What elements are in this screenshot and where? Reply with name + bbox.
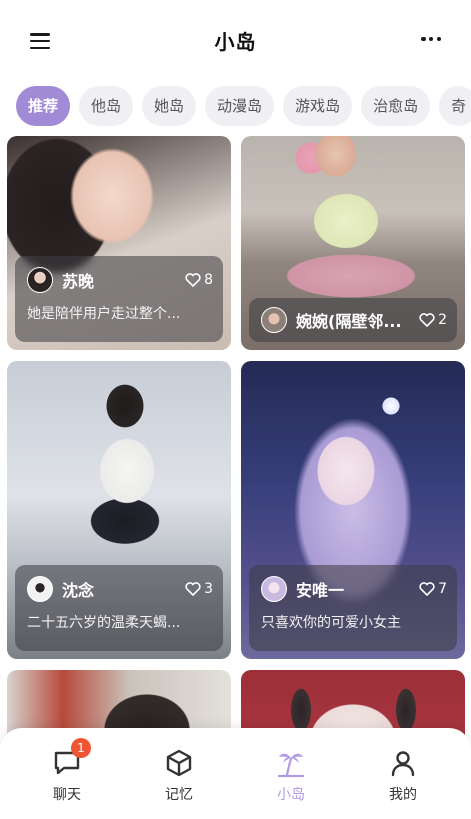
character-name: 苏晚 (62, 272, 95, 291)
like-count: 7 (438, 581, 447, 597)
avatar (27, 576, 53, 602)
nav-chat[interactable]: 1 聊天 (27, 738, 107, 804)
tab-his-island[interactable]: 他岛 (79, 86, 134, 126)
cube-icon (166, 749, 192, 777)
page-title: 小岛 (214, 29, 257, 54)
character-name: 安唯一 (296, 581, 345, 600)
character-description: 二十五六岁的温柔天蝎... (27, 615, 181, 631)
avatar (261, 576, 287, 602)
nav-label: 聊天 (53, 787, 81, 803)
heart-icon (419, 582, 435, 596)
card-info-panel: 婉婉(隔壁邻... 2 (249, 298, 457, 342)
character-name: 婉婉(隔壁邻... (296, 312, 402, 331)
heart-icon (185, 582, 201, 596)
avatar (27, 267, 53, 293)
card-info-panel: 苏晚 8 她是陪伴用户走过整个... (15, 256, 223, 342)
palm-tree-icon (277, 753, 305, 778)
character-description: 只喜欢你的可爱小女主 (261, 615, 401, 631)
tab-game-island[interactable]: 游戏岛 (283, 86, 353, 126)
person-icon (391, 751, 415, 777)
like-count: 2 (438, 312, 447, 328)
like-button[interactable]: 3 (185, 581, 213, 597)
avatar (261, 307, 287, 333)
character-card[interactable]: 沈念 3 二十五六岁的温柔天蝎... (7, 361, 231, 659)
heart-icon (185, 273, 201, 287)
more-options-icon[interactable] (421, 36, 441, 42)
card-info-panel: 安唯一 7 只喜欢你的可爱小女主 (249, 565, 457, 651)
tab-more-partial[interactable]: 奇 (439, 86, 471, 126)
category-tabs: 推荐 他岛 她岛 动漫岛 游戏岛 治愈岛奇 (0, 86, 471, 130)
like-count: 8 (204, 272, 213, 288)
nav-label: 小岛 (277, 787, 305, 803)
character-name: 沈念 (62, 581, 95, 600)
nav-profile[interactable]: 我的 (363, 746, 443, 804)
character-card[interactable]: 婉婉(隔壁邻... 2 (241, 136, 465, 350)
character-card[interactable]: 苏晚 8 她是陪伴用户走过整个... (7, 136, 231, 350)
like-button[interactable]: 7 (419, 581, 447, 597)
nav-label: 我的 (389, 787, 417, 803)
like-button[interactable]: 8 (185, 272, 213, 288)
tab-anime-island[interactable]: 动漫岛 (205, 86, 275, 126)
character-description: 她是陪伴用户走过整个... (27, 306, 181, 322)
unread-badge: 1 (71, 738, 91, 758)
like-count: 3 (204, 581, 213, 597)
tab-healing-island[interactable]: 治愈岛 (361, 86, 431, 126)
nav-label: 记忆 (165, 787, 193, 803)
like-button[interactable]: 2 (419, 312, 447, 328)
top-bar: 小岛 (0, 0, 471, 80)
card-info-panel: 沈念 3 二十五六岁的温柔天蝎... (15, 565, 223, 651)
nav-island[interactable]: 小岛 (251, 746, 331, 804)
character-card[interactable]: 安唯一 7 只喜欢你的可爱小女主 (241, 361, 465, 659)
nav-memory[interactable]: 记忆 (139, 746, 219, 804)
menu-icon[interactable] (30, 33, 50, 49)
heart-icon (419, 313, 435, 327)
tab-her-island[interactable]: 她岛 (142, 86, 197, 126)
tab-recommended[interactable]: 推荐 (16, 86, 71, 126)
island-card-grid: 苏晚 8 她是陪伴用户走过整个... 婉婉(隔壁邻... 2 沈念 3 二十五六… (0, 136, 471, 819)
bottom-navigation: 1 聊天 记忆 小岛 我的 (0, 728, 471, 819)
